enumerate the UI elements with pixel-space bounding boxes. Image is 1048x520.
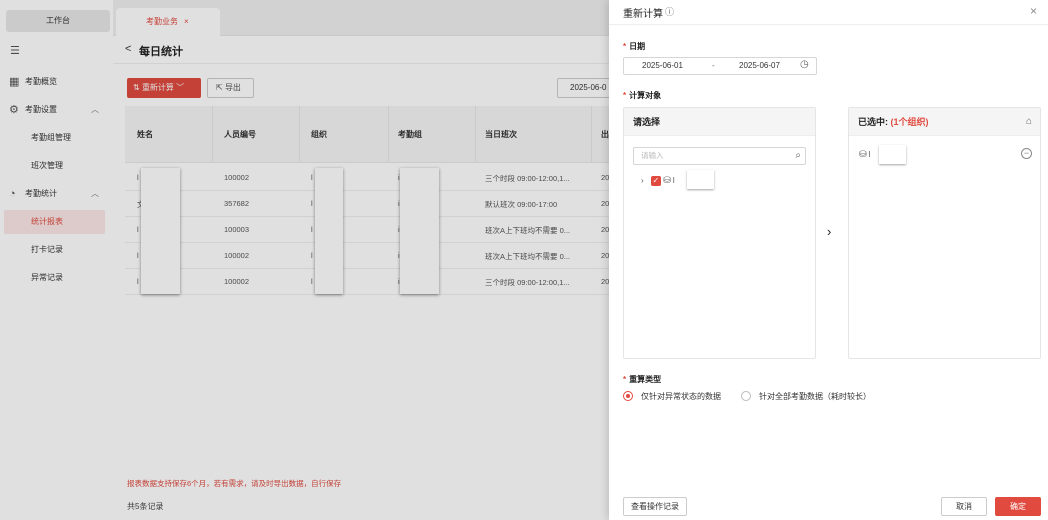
clear-all-icon[interactable]: ⌂ [1026, 116, 1032, 127]
drawer-title: 重新计算 [623, 9, 663, 20]
radio-all-data[interactable]: 针对全部考勤数据（耗时较长） [741, 391, 871, 402]
radio-dot-selected[interactable] [623, 391, 633, 401]
close-icon[interactable]: × [1030, 4, 1037, 18]
selected-item: ⛁ l [859, 149, 871, 159]
modal-overlay[interactable] [0, 0, 609, 520]
org-icon: ⛁ [663, 175, 671, 185]
org-icon: ⛁ [859, 149, 867, 159]
search-input[interactable]: 请输入 ⌕ [633, 147, 806, 165]
target-label: * 计算对象 [623, 91, 662, 100]
radio-abnormal-only[interactable]: 仅针对异常状态的数据 [623, 391, 721, 402]
info-icon[interactable]: ⓘ [665, 5, 674, 18]
redaction-box [687, 170, 714, 189]
transfer-arrow-icon[interactable]: › [827, 224, 831, 239]
selected-panel: 已选中: (1个组织) ⌂ ⛁ l − [848, 107, 1041, 359]
tree-node[interactable]: › ✓ ⛁ l [641, 175, 675, 186]
cancel-button[interactable]: 取消 [941, 497, 987, 516]
confirm-button[interactable]: 确定 [995, 497, 1041, 516]
checkbox-checked[interactable]: ✓ [650, 176, 661, 186]
clock-icon: ◷ [800, 59, 809, 70]
recalculate-drawer: 重新计算 ⓘ × * 日期 2025-06-01 - 2025-06-07 ◷ *… [609, 0, 1048, 520]
date-label: * 日期 [623, 42, 646, 51]
recalc-type-label: * 重算类型 [623, 375, 662, 384]
date-range-picker[interactable]: 2025-06-01 - 2025-06-07 ◷ [623, 57, 817, 75]
selected-panel-title: 已选中: (1个组织) [849, 108, 1040, 136]
view-log-button[interactable]: 查看操作记录 [623, 497, 687, 516]
select-panel: 请选择 请输入 ⌕ › ✓ ⛁ l [623, 107, 816, 359]
select-panel-title: 请选择 [624, 108, 815, 136]
date-end[interactable]: 2025-06-07 [739, 61, 780, 70]
chevron-right-icon[interactable]: › [641, 176, 644, 185]
date-start[interactable]: 2025-06-01 [642, 61, 683, 70]
remove-icon[interactable]: − [1021, 148, 1032, 159]
search-icon[interactable]: ⌕ [795, 148, 801, 164]
redaction-box [879, 145, 906, 164]
radio-dot[interactable] [741, 391, 751, 401]
